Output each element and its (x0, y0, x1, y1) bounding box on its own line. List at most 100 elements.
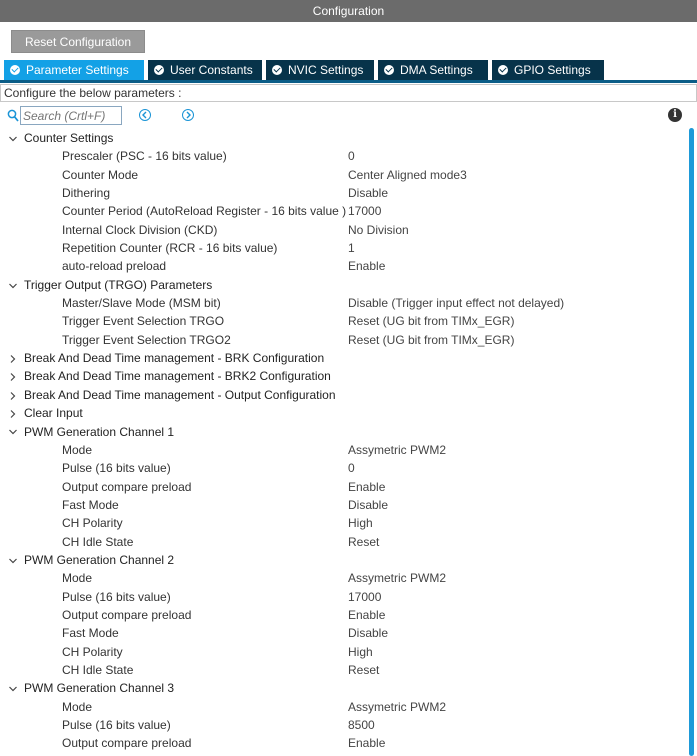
chevron-left-icon[interactable] (139, 109, 151, 121)
parameter-name: Master/Slave Mode (MSM bit) (62, 296, 221, 311)
parameter-value[interactable]: Center Aligned mode3 (348, 166, 467, 184)
parameter-row[interactable]: Output compare preload Enable (0, 478, 686, 496)
reset-configuration-button[interactable]: Reset Configuration (11, 30, 145, 53)
parameter-row[interactable]: CH Idle State Reset (0, 533, 686, 551)
tab-parameter-settings[interactable]: Parameter Settings (4, 60, 144, 80)
chevron-down-icon[interactable] (8, 679, 18, 697)
tree-group[interactable]: Break And Dead Time management - Output … (0, 386, 686, 404)
parameter-row[interactable]: Output compare preload Enable (0, 606, 686, 624)
scrollbar-thumb[interactable] (689, 128, 694, 756)
parameter-value[interactable]: 17000 (348, 202, 381, 220)
parameter-name: Output compare preload (62, 607, 192, 622)
parameter-value[interactable]: High (348, 643, 373, 661)
search-input[interactable] (20, 106, 122, 125)
parameter-row[interactable]: Trigger Event Selection TRGO Reset (UG bi… (0, 312, 686, 330)
parameter-row[interactable]: Pulse (16 bits value) 0 (0, 459, 686, 477)
parameter-value[interactable]: Assymetric PWM2 (348, 441, 446, 459)
parameter-row[interactable]: Mode Assymetric PWM2 (0, 441, 686, 459)
check-circle-icon (498, 65, 508, 75)
parameter-value[interactable]: Disable (Trigger input effect not delaye… (348, 294, 564, 312)
parameter-name: Pulse (16 bits value) (62, 718, 171, 732)
parameter-value[interactable]: Assymetric PWM2 (348, 569, 446, 587)
parameter-value[interactable]: Assymetric PWM2 (348, 698, 446, 716)
parameter-value[interactable]: 1 (348, 239, 355, 257)
chevron-right-icon[interactable] (8, 386, 18, 404)
parameter-name: Dithering (62, 186, 111, 201)
chevron-down-icon[interactable] (8, 423, 18, 441)
tree-group[interactable]: PWM Generation Channel 3 (0, 679, 686, 697)
group-label: Counter Settings (24, 131, 114, 145)
parameter-name: Output compare preload (62, 736, 192, 751)
parameter-row[interactable]: Repetition Counter (RCR - 16 bits value)… (0, 239, 686, 257)
parameter-row[interactable]: Mode Assymetric PWM2 (0, 569, 686, 587)
parameter-row[interactable]: Mode Assymetric PWM2 (0, 698, 686, 716)
parameter-name: CH Polarity (62, 644, 123, 659)
parameter-value[interactable]: Reset (348, 533, 379, 551)
parameter-value[interactable]: 0 (348, 459, 355, 477)
tab-user-constants[interactable]: User Constants (148, 60, 262, 80)
info-icon[interactable]: i (668, 108, 682, 122)
parameter-row[interactable]: Master/Slave Mode (MSM bit) Disable (Trig… (0, 294, 686, 312)
parameter-value[interactable]: Disable (348, 184, 388, 202)
parameter-row[interactable]: Pulse (16 bits value) 17000 (0, 588, 686, 606)
parameter-tree: Counter Settings Prescaler (PSC - 16 bits… (0, 129, 686, 753)
parameter-name: Fast Mode (62, 626, 119, 641)
parameter-row[interactable]: Trigger Event Selection TRGO2 Reset (UG b… (0, 331, 686, 349)
parameter-name: Mode (62, 699, 93, 714)
group-label: PWM Generation Channel 2 (24, 552, 175, 567)
chevron-down-icon[interactable] (8, 129, 18, 147)
parameter-value[interactable]: Enable (348, 734, 385, 752)
tree-group[interactable]: PWM Generation Channel 1 (0, 423, 686, 441)
check-circle-icon (272, 65, 282, 75)
parameter-value[interactable]: Enable (348, 257, 385, 275)
parameter-value[interactable]: 8500 (348, 716, 375, 734)
parameter-row[interactable]: Prescaler (PSC - 16 bits value) 0 (0, 147, 686, 165)
chevron-down-icon[interactable] (8, 276, 18, 294)
chevron-down-icon[interactable] (8, 551, 18, 569)
parameter-row[interactable]: Counter Mode Center Aligned mode3 (0, 166, 686, 184)
chevron-right-icon[interactable] (8, 367, 18, 385)
parameter-value[interactable]: Reset (UG bit from TIMx_EGR) (348, 312, 514, 330)
tree-group[interactable]: PWM Generation Channel 2 (0, 551, 686, 569)
parameter-name: Trigger Event Selection TRGO (62, 314, 225, 329)
parameter-row[interactable]: Internal Clock Division (CKD) No Division (0, 221, 686, 239)
tab-nvic-settings[interactable]: NVIC Settings (266, 60, 374, 80)
parameter-row[interactable]: Output compare preload Enable (0, 734, 686, 752)
tab-gpio-settings[interactable]: GPIO Settings (492, 60, 604, 80)
parameter-row[interactable]: Fast Mode Disable (0, 496, 686, 514)
parameter-row[interactable]: Pulse (16 bits value) 8500 (0, 716, 686, 734)
tree-group[interactable]: Break And Dead Time management - BRK Con… (0, 349, 686, 367)
parameter-row[interactable]: auto-reload preload Enable (0, 257, 686, 275)
tree-group[interactable]: Counter Settings (0, 129, 686, 147)
parameter-row[interactable]: Counter Period (AutoReload Register - 16… (0, 202, 686, 220)
parameter-row[interactable]: Fast Mode Disable (0, 624, 686, 642)
parameter-row[interactable]: Dithering Disable (0, 184, 686, 202)
tree-group[interactable]: Break And Dead Time management - BRK2 Co… (0, 367, 686, 385)
parameter-value[interactable]: High (348, 514, 373, 532)
parameter-name: CH Polarity (62, 516, 123, 531)
tab-label: NVIC Settings (288, 63, 364, 77)
tree-group[interactable]: Trigger Output (TRGO) Parameters (0, 276, 686, 294)
tab-label: DMA Settings (400, 63, 473, 77)
parameter-value[interactable]: Disable (348, 496, 388, 514)
parameter-value[interactable]: 17000 (348, 588, 381, 606)
vertical-scrollbar[interactable] (686, 128, 697, 756)
tree-group[interactable]: Clear Input (0, 404, 686, 422)
chevron-right-icon[interactable] (8, 404, 18, 422)
parameter-value[interactable]: 0 (348, 147, 355, 165)
parameter-value[interactable]: Reset (348, 661, 379, 679)
chevron-right-icon[interactable] (8, 349, 18, 367)
tab-dma-settings[interactable]: DMA Settings (378, 60, 488, 80)
parameter-value[interactable]: Enable (348, 606, 385, 624)
parameter-row[interactable]: CH Idle State Reset (0, 661, 686, 679)
parameter-value[interactable]: Reset (UG bit from TIMx_EGR) (348, 331, 514, 349)
parameter-row[interactable]: CH Polarity High (0, 643, 686, 661)
parameter-value[interactable]: Enable (348, 478, 385, 496)
parameter-name: Trigger Event Selection TRGO2 (62, 332, 231, 347)
parameter-name: Pulse (16 bits value) (62, 461, 171, 476)
parameter-value[interactable]: Disable (348, 624, 388, 642)
parameter-row[interactable]: CH Polarity High (0, 514, 686, 532)
search-bar: i (0, 104, 697, 128)
chevron-right-icon[interactable] (182, 109, 194, 121)
parameter-value[interactable]: No Division (348, 221, 409, 239)
